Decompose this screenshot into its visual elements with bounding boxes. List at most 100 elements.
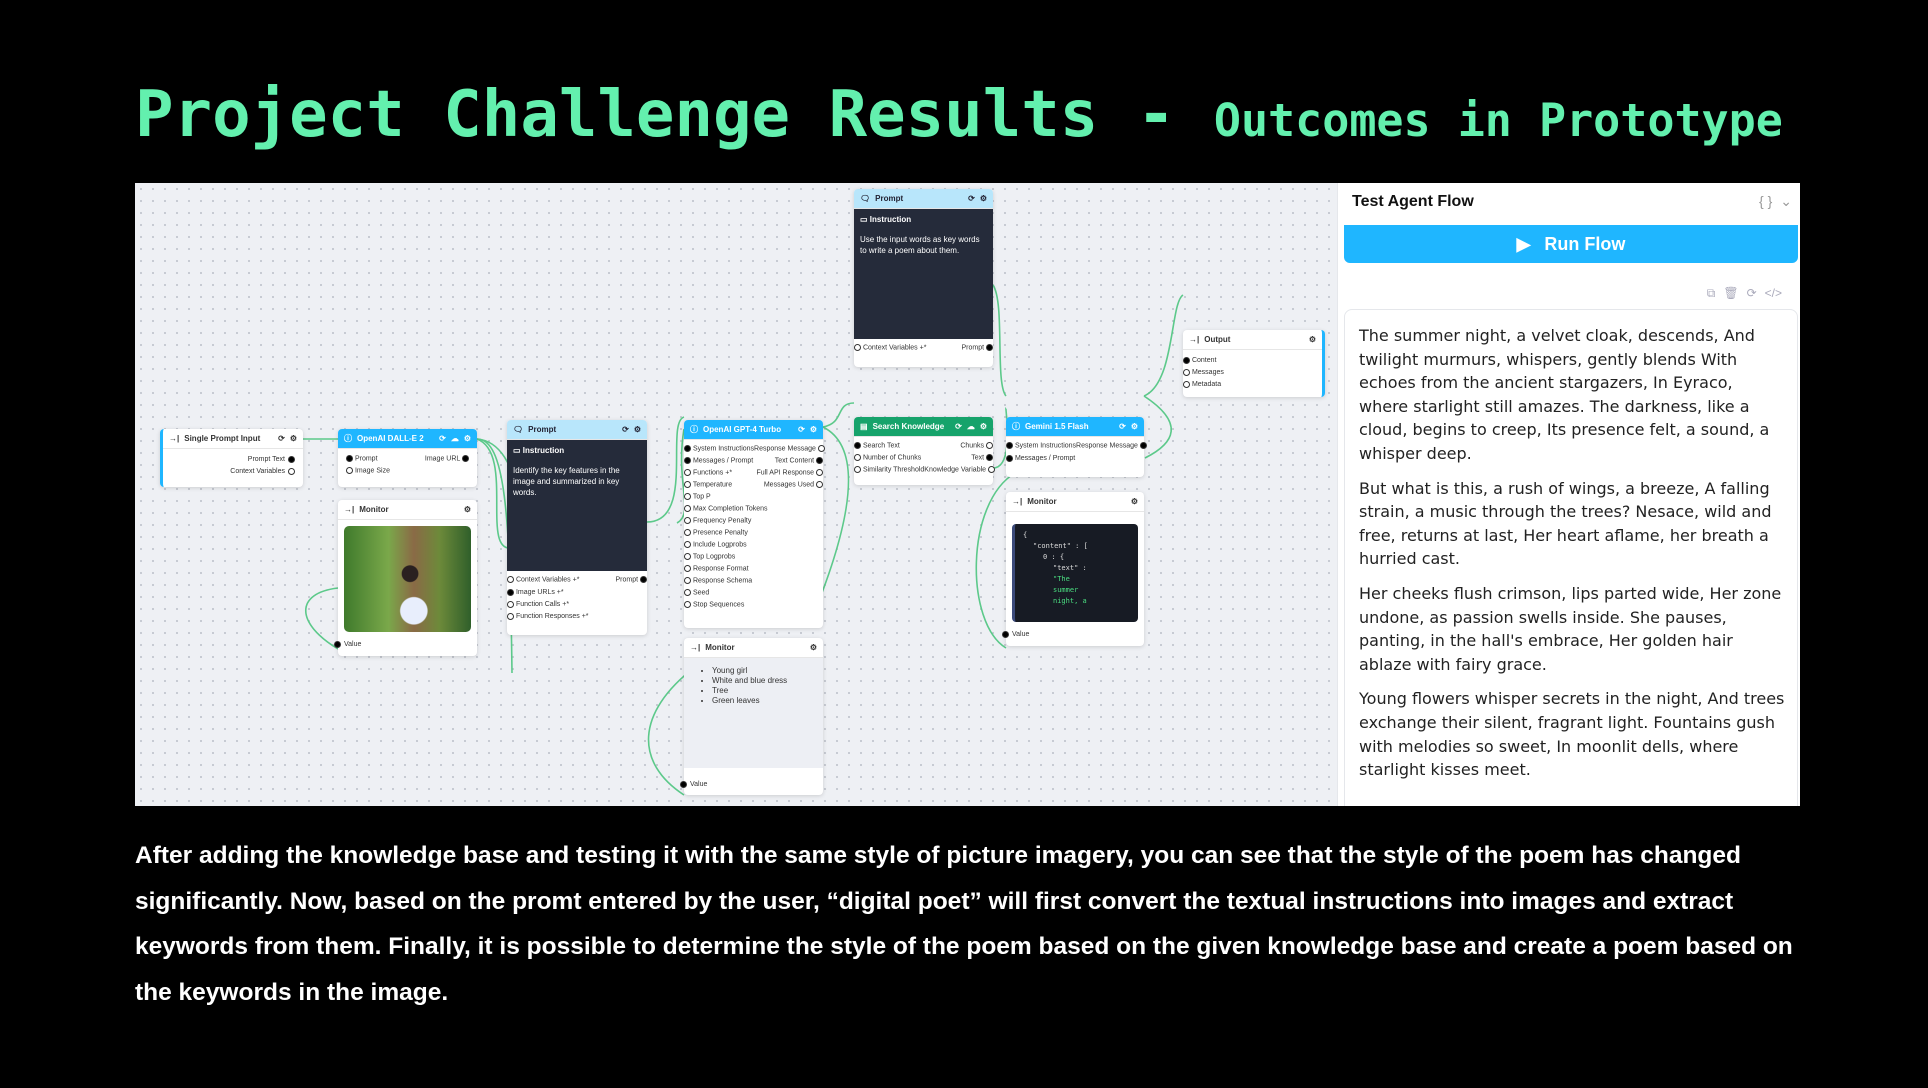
port[interactable] [684, 481, 691, 489]
gear-icon[interactable]: ⚙ [634, 425, 641, 434]
port[interactable] [816, 469, 823, 477]
port[interactable] [986, 344, 993, 352]
refresh-icon[interactable]: ⟳ [1747, 286, 1757, 301]
port[interactable] [462, 455, 469, 463]
instruction-editor[interactable]: ▭ Instruction Identify the key features i… [507, 440, 647, 571]
port[interactable] [684, 505, 691, 513]
port[interactable] [854, 442, 861, 450]
port[interactable] [684, 553, 691, 561]
port[interactable] [684, 445, 691, 453]
port[interactable] [1183, 368, 1190, 376]
port[interactable] [854, 344, 861, 352]
port[interactable] [684, 565, 691, 573]
port[interactable] [684, 457, 691, 465]
monitor-node-json[interactable]: →| Monitor ⚙ { "content" : [ 0 : { "text" … [1002, 492, 1144, 646]
code-icon[interactable]: </> [1765, 286, 1782, 301]
gear-icon[interactable]: ⚙ [1131, 497, 1138, 506]
output-node[interactable]: →| Output ⚙ Content Messages Metadata [1183, 330, 1325, 397]
port[interactable] [684, 517, 691, 525]
prompt-node-poem[interactable]: 🗨 Prompt ⟳ ⚙ ▭ Instruction Use the input wor… [854, 189, 993, 367]
port[interactable] [507, 612, 514, 620]
openai-icon: ⓘ [690, 425, 698, 434]
port-row: Top P [684, 491, 823, 503]
gear-icon[interactable]: ⚙ [980, 422, 987, 431]
dalle-node[interactable]: ⓘ OpenAI DALL-E 2 ⟳ ☁ ⚙ Prompt Image URL Imag… [338, 429, 477, 487]
gear-icon[interactable]: ⚙ [464, 434, 471, 443]
port[interactable] [854, 454, 861, 462]
port-row: Include Logprobs [684, 539, 823, 551]
port[interactable] [334, 640, 341, 648]
port[interactable] [346, 455, 353, 463]
port-row: Max Completion Tokens [684, 503, 823, 515]
gemini-icon: ⓘ [1012, 422, 1020, 431]
generated-image [344, 526, 471, 632]
port[interactable] [986, 454, 993, 462]
input-icon: →| [169, 434, 180, 443]
trash-icon[interactable]: 🗑 [1723, 286, 1738, 301]
gear-icon[interactable]: ⚙ [980, 194, 987, 203]
port[interactable] [1139, 442, 1147, 450]
port[interactable] [1006, 454, 1013, 462]
refresh-icon[interactable]: ⟳ [955, 422, 962, 431]
port[interactable] [816, 457, 823, 465]
port[interactable] [854, 466, 861, 474]
gear-icon[interactable]: ⚙ [464, 505, 471, 514]
gemini-flash-node[interactable]: ⓘ Gemini 1.5 Flash ⟳ ⚙ System Instructions R… [1006, 417, 1147, 477]
port[interactable] [288, 467, 295, 475]
port[interactable] [1183, 356, 1190, 364]
port[interactable] [684, 493, 691, 501]
prompt-node-identify[interactable]: 🗨 Prompt ⟳ ⚙ ▭ Instruction Identify the key … [507, 420, 647, 635]
gear-icon[interactable]: ⚙ [810, 425, 817, 434]
instruction-editor[interactable]: ▭ Instruction Use the input words as key … [854, 209, 993, 339]
gear-icon[interactable]: ⚙ [1131, 422, 1138, 431]
refresh-icon[interactable]: ⟳ [798, 425, 805, 434]
port[interactable] [1002, 630, 1009, 638]
instruction-icon: ▭ [513, 446, 523, 455]
port[interactable] [684, 469, 691, 477]
port[interactable] [684, 577, 691, 585]
port[interactable] [684, 541, 691, 549]
port[interactable] [1183, 380, 1190, 388]
port[interactable] [986, 442, 993, 450]
gear-icon[interactable]: ⚙ [810, 643, 817, 652]
port[interactable] [507, 600, 514, 608]
monitor-node-keywords[interactable]: →|Monitor⚙ Young girlWhite and blue dres… [680, 638, 823, 795]
slide-title: Project Challenge Results - Outcomes in … [135, 78, 1783, 152]
gear-icon[interactable]: ⚙ [1309, 335, 1316, 344]
port-row: System Instructions Response Message [684, 443, 825, 455]
refresh-icon[interactable]: ⟳ [968, 194, 975, 203]
search-knowledge-node[interactable]: ▤ Search Knowledge ⟳ ☁ ⚙ Search Text Chunks N… [854, 417, 995, 485]
chat-icon: 🗨 [860, 194, 871, 203]
port[interactable] [1006, 442, 1013, 450]
slide-description: After adding the knowledge base and test… [135, 842, 1793, 1006]
refresh-icon[interactable]: ⟳ [1119, 422, 1126, 431]
port-row: Temperature Messages Used [684, 479, 823, 491]
port[interactable] [507, 588, 514, 596]
port[interactable] [507, 576, 514, 584]
cloud-icon[interactable]: ☁ [451, 434, 459, 443]
single-prompt-input-node[interactable]: →| Single Prompt Input ⟳ ⚙ Prompt Text Conte… [160, 429, 303, 487]
openai-icon: ⓘ [344, 434, 352, 443]
port[interactable] [288, 455, 295, 463]
chevron-down-icon[interactable]: ⌄ [1780, 193, 1792, 210]
refresh-icon[interactable]: ⟳ [278, 434, 285, 443]
port[interactable] [684, 589, 691, 597]
port[interactable] [684, 601, 691, 609]
flow-canvas[interactable]: →| Single Prompt Input ⟳ ⚙ Prompt Text Conte… [135, 183, 1337, 806]
port[interactable] [680, 780, 687, 788]
json-icon[interactable]: { } [1759, 193, 1772, 210]
cloud-icon[interactable]: ☁ [967, 422, 975, 431]
port[interactable] [816, 481, 823, 489]
port[interactable] [988, 466, 995, 474]
monitor-node-image[interactable]: →| Monitor ⚙ Value [334, 500, 477, 656]
copy-icon[interactable]: ⧉ [1707, 286, 1716, 301]
port[interactable] [346, 467, 353, 475]
port[interactable] [640, 576, 647, 584]
gpt4-turbo-node[interactable]: ⓘ OpenAI GPT-4 Turbo ⟳ ⚙ System Instruction… [684, 420, 825, 628]
refresh-icon[interactable]: ⟳ [622, 425, 629, 434]
gear-icon[interactable]: ⚙ [290, 434, 297, 443]
port[interactable] [817, 445, 825, 453]
refresh-icon[interactable]: ⟳ [439, 434, 446, 443]
port[interactable] [684, 529, 691, 537]
run-flow-button[interactable]: ▶ Run Flow [1344, 225, 1798, 263]
